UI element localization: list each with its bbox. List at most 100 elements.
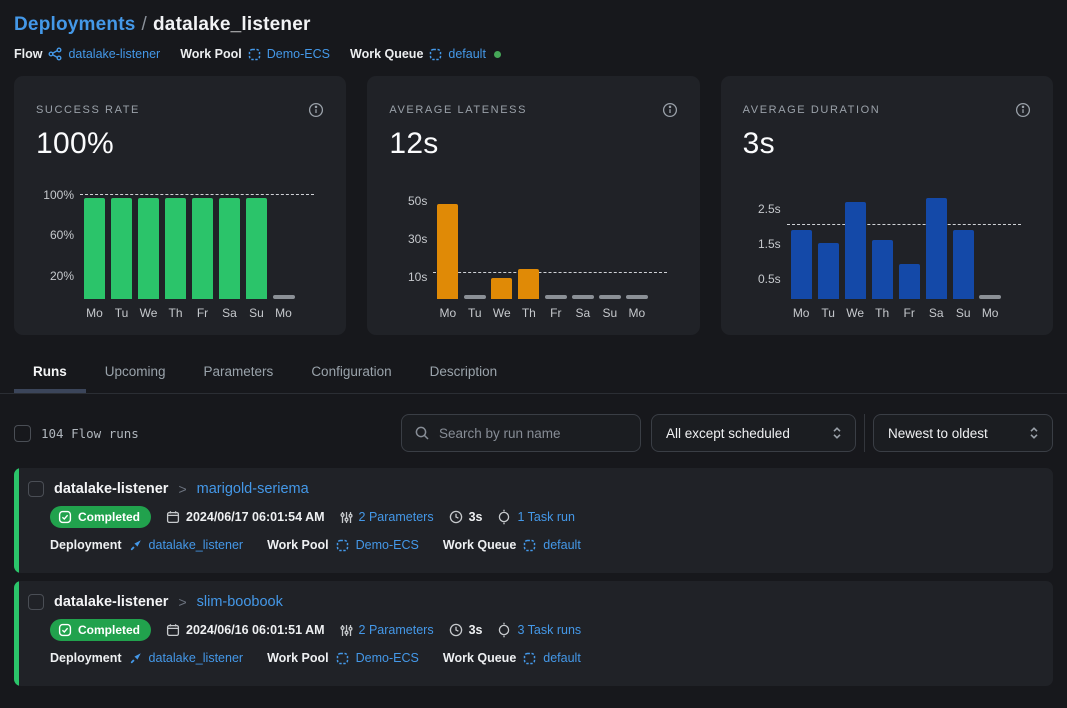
run-work-queue-link[interactable]: default — [543, 651, 581, 665]
run-work-queue-link[interactable]: default — [543, 538, 581, 552]
page-header: Deployments/datalake_listener Flow datal… — [0, 0, 1067, 61]
x-axis-label: We — [140, 306, 158, 320]
x-axis-label: Th — [875, 306, 889, 320]
info-icon[interactable] — [308, 102, 324, 118]
run-flow-name: datalake-listener — [54, 481, 168, 497]
run-parameters: 2 Parameters — [340, 623, 434, 637]
x-axis-label: Fr — [903, 306, 914, 320]
run-task-runs-link[interactable]: 3 Task runs — [517, 623, 581, 637]
x-axis-label: Mo — [628, 306, 645, 320]
chart-bar[interactable] — [545, 295, 567, 299]
state-filter-select[interactable]: All except scheduled — [651, 414, 856, 452]
chart-bar[interactable] — [165, 198, 186, 299]
chart-bar[interactable] — [926, 198, 947, 299]
run-work-pool-link[interactable]: Demo-ECS — [356, 538, 419, 552]
select-all-checkbox[interactable] — [14, 425, 31, 442]
run-work-queue: Work Queue default — [443, 651, 581, 665]
search-input[interactable] — [439, 426, 628, 441]
run-deployment-link[interactable]: datalake_listener — [149, 538, 244, 552]
tab-parameters[interactable]: Parameters — [185, 352, 293, 393]
flow-label: Flow — [14, 47, 42, 61]
tab-bar: RunsUpcomingParametersConfigurationDescr… — [0, 352, 1067, 394]
run-work-pool-link[interactable]: Demo-ECS — [356, 651, 419, 665]
chart-bar[interactable] — [464, 295, 486, 299]
chart-bar[interactable] — [84, 198, 105, 299]
chart-bar[interactable] — [899, 264, 920, 299]
state-badge-label: Completed — [78, 623, 140, 637]
chart-bar-column: We — [845, 202, 866, 320]
chart-bar[interactable] — [572, 295, 594, 299]
chart-bar[interactable] — [872, 240, 893, 299]
x-axis-label: Tu — [821, 306, 835, 320]
x-axis-label: Th — [522, 306, 536, 320]
chart-bar[interactable] — [138, 198, 159, 299]
filter-row: 104 Flow runs All except scheduled — [0, 394, 1067, 466]
run-parameters: 2 Parameters — [340, 510, 434, 524]
x-axis-label: Su — [602, 306, 617, 320]
chart-bar-column: Sa — [572, 295, 593, 320]
work-queue-link[interactable]: default — [448, 47, 486, 61]
sort-select[interactable]: Newest to oldest — [873, 414, 1053, 452]
chart-bar[interactable] — [626, 295, 648, 299]
x-axis-label: Tu — [115, 306, 129, 320]
chart-bar[interactable] — [979, 295, 1001, 299]
chart-bar-column: Mo — [437, 204, 458, 320]
chevron-up-down-icon — [1028, 426, 1040, 440]
chart-bar[interactable] — [437, 204, 458, 299]
flow-link[interactable]: datalake-listener — [68, 47, 160, 61]
run-parameters-link[interactable]: 2 Parameters — [359, 623, 434, 637]
run-name-link[interactable]: marigold-seriema — [197, 481, 309, 497]
x-axis-label: We — [493, 306, 511, 320]
success-rate-title: SUCCESS RATE — [36, 104, 140, 116]
work-pool-label: Work Pool — [267, 651, 329, 665]
calendar-icon — [166, 510, 180, 524]
work-queue-label: Work Queue — [350, 47, 423, 61]
tab-runs[interactable]: Runs — [14, 352, 86, 393]
y-axis-tick-label: 10s — [408, 270, 427, 284]
run-checkbox[interactable] — [28, 594, 44, 610]
chart-bar-column: Tu — [464, 295, 485, 320]
average-duration-title: AVERAGE DURATION — [743, 104, 881, 116]
chart-bar[interactable] — [246, 198, 267, 299]
run-deployment-link[interactable]: datalake_listener — [149, 651, 244, 665]
breadcrumb: Deployments/datalake_listener — [14, 14, 1053, 36]
run-task-runs-link[interactable]: 1 Task run — [517, 510, 574, 524]
x-axis-label: Su — [956, 306, 971, 320]
run-checkbox[interactable] — [28, 481, 44, 497]
run-state-stripe — [14, 468, 19, 573]
chart-bar[interactable] — [111, 198, 132, 299]
breadcrumb-deployments-link[interactable]: Deployments — [14, 14, 136, 35]
chart-bar[interactable] — [518, 269, 539, 299]
average-dashed-line — [787, 224, 1021, 225]
work-pool-label: Work Pool — [180, 47, 242, 61]
chart-bar[interactable] — [845, 202, 866, 299]
filter-divider — [864, 414, 865, 452]
x-axis-label: Fr — [197, 306, 208, 320]
run-parameters-link[interactable]: 2 Parameters — [359, 510, 434, 524]
chart-bar[interactable] — [192, 198, 213, 299]
run-name-link[interactable]: slim-boobook — [197, 594, 283, 610]
search-icon — [414, 425, 430, 441]
clock-icon — [449, 510, 463, 524]
chart-bar[interactable] — [273, 295, 295, 299]
sliders-icon — [340, 624, 353, 637]
tab-upcoming[interactable]: Upcoming — [86, 352, 185, 393]
chart-bar[interactable] — [491, 278, 512, 299]
y-axis-tick-label: 20% — [50, 269, 74, 283]
chart-bar[interactable] — [791, 230, 812, 300]
chart-bar[interactable] — [953, 230, 974, 300]
info-icon[interactable] — [662, 102, 678, 118]
chart-bar[interactable] — [599, 295, 621, 299]
chart-bar[interactable] — [818, 243, 839, 299]
x-axis-label: Sa — [222, 306, 237, 320]
info-icon[interactable] — [1015, 102, 1031, 118]
tab-description[interactable]: Description — [411, 352, 517, 393]
tab-configuration[interactable]: Configuration — [292, 352, 410, 393]
work-pool-link[interactable]: Demo-ECS — [267, 47, 330, 61]
rocket-icon — [129, 539, 142, 552]
state-badge-label: Completed — [78, 510, 140, 524]
run-timestamp: 2024/06/16 06:01:51 AM — [166, 623, 325, 637]
chart-bar[interactable] — [219, 198, 240, 299]
clock-icon — [449, 623, 463, 637]
run-deployment: Deployment datalake_listener — [50, 538, 243, 552]
